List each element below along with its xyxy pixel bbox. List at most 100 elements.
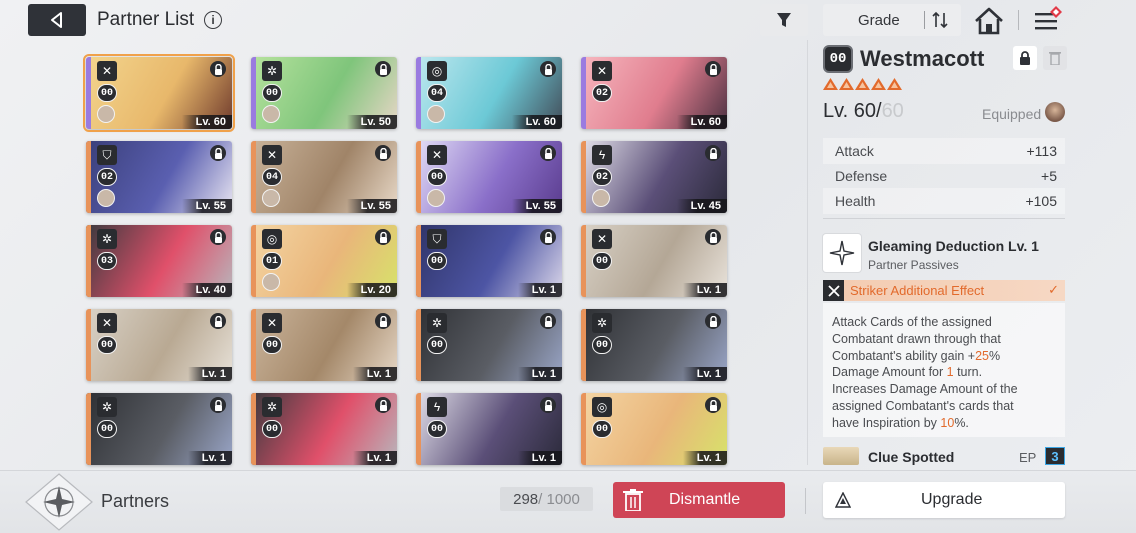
shield-icon: ⛉	[97, 145, 117, 165]
partner-card[interactable]: ✲ 00 Lv. 1	[581, 309, 727, 381]
back-button[interactable]	[28, 4, 86, 36]
rarity-stripe	[86, 309, 91, 381]
stat-name: Health	[835, 193, 876, 209]
lock-icon	[540, 313, 556, 329]
skill-name: Gleaming Deduction Lv. 1	[868, 238, 1039, 254]
count-current: 298	[513, 490, 539, 508]
lock-icon	[375, 145, 391, 161]
desc-line: Increases Damage Amount of the	[832, 382, 1018, 397]
partner-card[interactable]: ◎ 04 Lv. 60	[416, 57, 562, 129]
filter-button[interactable]	[760, 4, 808, 36]
dismantle-button[interactable]: Dismantle	[613, 482, 785, 518]
level-label: Lv. 55	[181, 199, 232, 213]
grade-badge: 00	[823, 45, 853, 73]
equipped-avatar	[262, 273, 280, 291]
gear-icon: ✲	[262, 397, 282, 417]
partner-card[interactable]: ✕ 00 Lv. 1	[251, 309, 397, 381]
sort-order-icon[interactable]	[929, 10, 953, 30]
rarity-stripe	[581, 57, 586, 129]
desc-line: assigned Combatant's cards that	[832, 398, 1014, 413]
menu-icon[interactable]	[1033, 6, 1063, 34]
grade-badge: 00	[592, 252, 612, 270]
grade-badge: 00	[592, 336, 612, 354]
level-label: Lv. 1	[517, 451, 562, 465]
rarity-stripe	[251, 57, 256, 129]
skill-icon[interactable]	[823, 234, 861, 272]
rarity-stripe	[86, 393, 91, 465]
panel-divider	[807, 40, 808, 465]
partner-card[interactable]: ✲ 00 Lv. 1	[86, 393, 232, 465]
partner-card[interactable]: ⛉ 00 Lv. 1	[416, 225, 562, 297]
card-icon-column: ϟ 02	[592, 145, 614, 207]
grade-badge: 04	[427, 84, 447, 102]
home-icon[interactable]	[973, 6, 1005, 36]
partner-card[interactable]: ✕ 04 Lv. 55	[251, 141, 397, 213]
level-label: Lv. 55	[511, 199, 562, 213]
card-icon-column: ✕ 00	[97, 61, 119, 123]
lock-icon	[210, 61, 226, 77]
partner-card[interactable]: ✕ 02 Lv. 60	[581, 57, 727, 129]
target-icon: ◎	[262, 229, 282, 249]
partner-card[interactable]: ◎ 01 Lv. 20	[251, 225, 397, 297]
level-label: Lv. 60	[181, 115, 232, 129]
partner-card[interactable]: ϟ 02 Lv. 45	[581, 141, 727, 213]
partner-card[interactable]: ◎ 00 Lv. 1	[581, 393, 727, 465]
lock-icon	[705, 61, 721, 77]
level-label: Lv. 45	[676, 199, 727, 213]
equipped-avatar	[427, 189, 445, 207]
partner-card[interactable]: ✕ 00 Lv. 1	[581, 225, 727, 297]
rarity-stripe	[86, 141, 91, 213]
partner-card[interactable]: ✕ 00 Lv. 1	[86, 309, 232, 381]
lock-icon	[375, 61, 391, 77]
gear-icon: ✲	[262, 61, 282, 81]
rarity-stripe	[581, 225, 586, 297]
level-label: Lv. 40	[181, 283, 232, 297]
card-icon-column: ✲ 00	[592, 313, 614, 354]
card-icon-column: ✲ 00	[262, 61, 284, 123]
grade-badge: 04	[262, 168, 282, 186]
info-icon[interactable]: i	[204, 11, 222, 29]
partner-card[interactable]: ✕ 00 Lv. 60	[83, 54, 235, 132]
filter-icon	[777, 13, 791, 27]
rarity-stripe	[251, 309, 256, 381]
lock-icon	[540, 61, 556, 77]
card-icon-column: ✕ 00	[97, 313, 119, 354]
effect-toggle[interactable]: Striker Additional Effect ✓	[823, 280, 1065, 301]
level-label: Lv. 50	[346, 115, 397, 129]
lock-button[interactable]	[1013, 46, 1037, 70]
ep-label: EP	[1019, 450, 1037, 465]
level-label: Lv. 1	[682, 283, 727, 297]
grade-badge: 02	[592, 168, 612, 186]
lock-icon	[705, 229, 721, 245]
equipped-combatant-avatar[interactable]	[1045, 102, 1065, 122]
partner-card[interactable]: ✲ 00 Lv. 50	[251, 57, 397, 129]
equipped-avatar	[262, 189, 280, 207]
partner-card[interactable]: ϟ 00 Lv. 1	[416, 393, 562, 465]
grade-badge: 00	[262, 84, 282, 102]
equipped-avatar	[592, 189, 610, 207]
lock-icon	[705, 313, 721, 329]
next-skill-name: Clue Spotted	[868, 449, 955, 465]
rarity-stripe	[416, 225, 421, 297]
partner-card[interactable]: ✕ 00 Lv. 55	[416, 141, 562, 213]
partner-card[interactable]: ✲ 00 Lv. 1	[251, 393, 397, 465]
star-icon	[823, 78, 838, 90]
star-rating	[823, 78, 902, 90]
partner-card[interactable]: ✲ 03 Lv. 40	[86, 225, 232, 297]
partner-card[interactable]: ⛉ 02 Lv. 55	[86, 141, 232, 213]
shield-icon: ⛉	[427, 229, 447, 249]
desc-line: Damage Amount for 1 turn.	[832, 365, 983, 380]
grade-badge: 00	[97, 336, 117, 354]
rarity-stripe	[251, 141, 256, 213]
card-icon-column: ✲ 03	[97, 229, 119, 270]
sort-dropdown[interactable]: Grade	[823, 4, 961, 36]
delete-button[interactable]	[1043, 46, 1067, 70]
upgrade-button[interactable]: Upgrade	[823, 482, 1065, 518]
back-arrow-icon	[51, 12, 62, 28]
level-label: Lv. 1	[517, 283, 562, 297]
rarity-stripe	[581, 309, 586, 381]
partner-card[interactable]: ✲ 00 Lv. 1	[416, 309, 562, 381]
next-skill-icon[interactable]	[823, 447, 859, 465]
grade-badge: 00	[427, 420, 447, 438]
effect-label: Striker Additional Effect	[850, 283, 985, 298]
